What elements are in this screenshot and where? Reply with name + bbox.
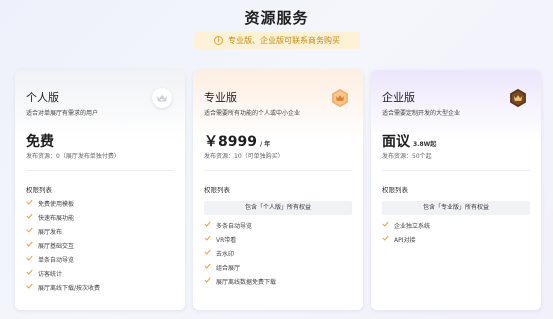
plan-description: 适合需要定制开发的大型企业 <box>382 110 461 117</box>
plan-price: 免费 <box>26 134 54 150</box>
check-icon <box>26 213 34 221</box>
contact-notice: i 专业版、企业版可联系商务购买 <box>194 32 360 49</box>
check-icon <box>26 255 34 263</box>
info-circle-icon: i <box>214 36 223 45</box>
feature-label: 免费使用模板 <box>38 200 75 208</box>
feature-list: 多条自动导览 VR带看 去水印 组合展厅 展厅离线数据免费下载 <box>204 218 352 288</box>
permissions-title: 权限列表 <box>382 186 408 194</box>
divider <box>382 170 530 171</box>
feature-item: API对接 <box>382 232 530 246</box>
feature-item: 企业独立系统 <box>382 218 530 232</box>
permissions-title: 权限列表 <box>204 186 230 194</box>
crown-icon <box>330 88 350 108</box>
price-unit: 3.8W起 <box>413 141 437 148</box>
feature-label: 展厅基础交互 <box>38 242 75 250</box>
plan-name: 个人版 <box>26 91 59 104</box>
feature-label: 快速布展功能 <box>38 214 75 222</box>
plan-name: 企业版 <box>382 91 415 104</box>
feature-label: 多条自动导览 <box>216 222 253 230</box>
check-icon <box>26 269 34 277</box>
permissions-title: 权限列表 <box>26 186 52 194</box>
feature-item: VR带看 <box>204 232 352 246</box>
check-icon <box>204 277 212 285</box>
divider <box>26 170 174 171</box>
check-icon <box>204 249 212 257</box>
feature-label: 企业独立系统 <box>394 222 431 230</box>
issue-resources: 发布资源：0（展厅发布单独付费） <box>26 153 120 160</box>
check-icon <box>26 227 34 235</box>
plan-description: 适合对单展厅有需求的用户 <box>26 110 99 117</box>
issue-resources: 发布资源：50个起 <box>382 153 432 160</box>
feature-item: 免费使用模板 <box>26 196 174 210</box>
feature-item: 展厅离线下载/按次收费 <box>26 280 174 294</box>
feature-item: 去水印 <box>204 246 352 260</box>
plan-price: 面议 <box>382 134 410 150</box>
feature-item: 展厅发布 <box>26 224 174 238</box>
feature-label: 展厅离线数据免费下载 <box>216 278 277 286</box>
feature-label: 展厅发布 <box>38 228 63 236</box>
feature-item: 访客统计 <box>26 266 174 280</box>
crown-icon <box>508 88 528 108</box>
price-unit: / 年 <box>259 141 271 148</box>
feature-item: 展厅基础交互 <box>26 238 174 252</box>
check-icon <box>26 241 34 249</box>
feature-label: 单条自动导览 <box>38 256 75 264</box>
issue-resources: 发布资源：10（可单独购买） <box>204 153 284 160</box>
feature-label: 去水印 <box>216 250 235 258</box>
check-icon <box>26 199 34 207</box>
plan-card-personal[interactable]: 个人版 适合对单展厅有需求的用户 免费 发布资源：0（展厅发布单独付费） 权限列… <box>15 70 185 310</box>
feature-label: 访客统计 <box>38 270 63 278</box>
feature-label: 展厅离线下载/按次收费 <box>38 284 101 292</box>
feature-label: API对接 <box>394 236 416 244</box>
feature-list: 免费使用模板 快速布展功能 展厅发布 展厅基础交互 单条自动导览 访客统计 展厅… <box>26 196 174 294</box>
feature-item: 组合展厅 <box>204 260 352 274</box>
includes-banner: 包含「专业版」所有权益 <box>382 201 530 215</box>
check-icon <box>26 283 34 291</box>
plan-name: 专业版 <box>204 91 237 104</box>
check-icon <box>382 235 390 243</box>
feature-item: 展厅离线数据免费下载 <box>204 274 352 288</box>
plan-description: 适合需要所有功能的个人或中小企业 <box>204 110 301 117</box>
includes-banner: 包含「个人版」所有权益 <box>204 201 352 215</box>
plan-card-pro[interactable]: 专业版 适合需要所有功能的个人或中小企业 ￥8999 / 年 发布资源：10（可… <box>193 70 363 310</box>
feature-list: 企业独立系统 API对接 <box>382 218 530 246</box>
feature-label: VR带看 <box>216 236 237 244</box>
notice-text: 专业版、企业版可联系商务购买 <box>228 36 340 45</box>
plan-card-enterprise[interactable]: 企业版 适合需要定制开发的大型企业 面议 3.8W起 发布资源：50个起 权限列… <box>371 70 541 310</box>
feature-item: 单条自动导览 <box>26 252 174 266</box>
check-icon <box>204 221 212 229</box>
plan-price: ￥8999 <box>204 134 257 150</box>
feature-item: 快速布展功能 <box>26 210 174 224</box>
check-icon <box>204 235 212 243</box>
page-title: 资源服务 <box>244 9 309 27</box>
crown-icon <box>152 88 172 108</box>
check-icon <box>382 221 390 229</box>
feature-item: 多条自动导览 <box>204 218 352 232</box>
check-icon <box>204 263 212 271</box>
feature-label: 组合展厅 <box>216 264 241 272</box>
divider <box>204 170 352 171</box>
